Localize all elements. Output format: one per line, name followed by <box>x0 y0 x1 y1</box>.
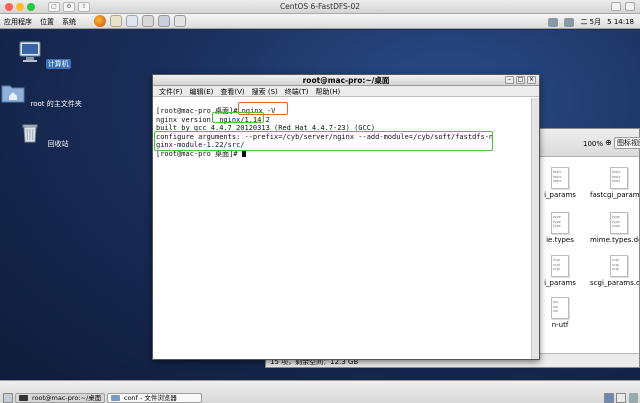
desktop-icon-trash[interactable]: 回收站 <box>9 120 79 149</box>
text-file-icon: koi koi koi <box>551 297 569 319</box>
file-name: mime.types.default <box>590 236 639 244</box>
menu-edit[interactable]: 编辑(E) <box>190 87 214 96</box>
network-status-icon[interactable] <box>548 17 559 27</box>
desktop-icon-label: 回收站 <box>47 140 69 148</box>
maximize-icon[interactable]: □ <box>516 76 525 84</box>
network-icon[interactable] <box>126 15 138 27</box>
terminal-prompt: [root@mac-pro 桌面]# <box>156 149 242 158</box>
desktop-icon-home[interactable]: root 的主文件夹 <box>0 80 86 109</box>
host-window-title: CentOS 6-FastDFS-02 <box>279 2 361 11</box>
menu-places[interactable]: 位置 <box>40 17 54 27</box>
taskbar-item-label: root@mac-pro:~/桌面 <box>32 394 102 402</box>
panel-menu-bar: 应用程序 位置 系统 <box>4 17 76 27</box>
text-file-icon: fastc fastc fastc <box>551 167 569 189</box>
workspace-2[interactable] <box>616 393 626 403</box>
volume-icon[interactable] <box>564 17 575 27</box>
menu-applications[interactable]: 应用程序 <box>4 17 32 27</box>
menu-system[interactable]: 系统 <box>62 17 76 27</box>
gnome-bottom-panel: root@mac-pro:~/桌面 conf - 文件浏览器 <box>0 380 640 403</box>
zoom-in-icon[interactable]: ⊕ <box>605 138 612 147</box>
trash-applet-icon[interactable] <box>629 393 638 403</box>
close-icon[interactable]: × <box>527 76 536 84</box>
file-item[interactable]: type type type mime.types.default <box>590 212 639 244</box>
show-desktop-icon[interactable] <box>3 393 13 403</box>
terminal-title: root@mac-pro:~/桌面 <box>302 76 390 85</box>
highlight-version-box <box>212 112 264 123</box>
terminal-icon <box>19 395 28 401</box>
firefox-icon[interactable] <box>94 15 106 27</box>
menu-terminal[interactable]: 终端(T) <box>285 87 309 96</box>
minimize-icon[interactable]: – <box>505 76 514 84</box>
panel-clock[interactable]: 5 14:18 <box>607 18 634 26</box>
desktop-icon-computer[interactable]: 计算机 <box>9 40 79 69</box>
panel-launchers <box>94 15 186 27</box>
taskbar-item-file-browser[interactable]: conf - 文件浏览器 <box>107 393 202 403</box>
folder-icon <box>111 395 120 401</box>
host-window-titlebar: ▢ ⚙ ⇪ CentOS 6-FastDFS-02 <box>0 0 640 14</box>
file-name: i_params <box>544 279 576 287</box>
menu-file[interactable]: 文件(F) <box>159 87 183 96</box>
desktop-icon-label: root 的主文件夹 <box>30 100 82 108</box>
file-name: n-utf <box>551 321 569 329</box>
text-file-icon: type type type <box>610 212 628 234</box>
mail-icon[interactable] <box>110 15 122 27</box>
text-file-icon: fastc fastc fastc <box>610 167 628 189</box>
file-item[interactable]: scgi scgi scgi scgi_params.default <box>590 255 639 287</box>
terminal-scrollbar[interactable] <box>531 98 539 359</box>
file-name: fastcgi_params.default <box>590 191 639 199</box>
zoom-level: 100% <box>583 140 604 148</box>
file-name: ie.types <box>546 236 574 244</box>
terminal-titlebar[interactable]: root@mac-pro:~/桌面 – □ × <box>153 75 539 86</box>
home-folder-icon <box>1 85 25 103</box>
taskbar-item-terminal[interactable]: root@mac-pro:~/桌面 <box>15 393 105 403</box>
computer-icon <box>19 41 41 62</box>
terminal-launcher-icon[interactable] <box>142 15 154 27</box>
view-mode-select[interactable]: 图标视图 <box>614 137 640 149</box>
workspace-1[interactable] <box>604 393 614 403</box>
file-item[interactable]: fastc fastc fastc fastcgi_params.default <box>590 167 639 199</box>
text-file-icon: scgi scgi scgi <box>610 255 628 277</box>
text-file-icon: scgi scgi scgi <box>551 255 569 277</box>
gnome-top-panel: 应用程序 位置 系统 二 5月 5 14:18 <box>0 14 640 29</box>
file-browser-launcher-icon[interactable] <box>158 15 170 27</box>
host-fullscreen-icon[interactable] <box>625 2 635 11</box>
menu-view[interactable]: 查看(V) <box>220 87 244 96</box>
panel-tray: 二 5月 5 14:18 <box>548 17 634 27</box>
terminal-cursor <box>241 149 246 157</box>
menu-help[interactable]: 帮助(H) <box>316 87 341 96</box>
terminal-menu-bar: 文件(F) 编辑(E) 查看(V) 搜索 (S) 终端(T) 帮助(H) <box>153 86 539 97</box>
terminal-window[interactable]: root@mac-pro:~/桌面 – □ × 文件(F) 编辑(E) 查看(V… <box>152 74 540 360</box>
text-file-icon: type type type <box>551 212 569 234</box>
host-device-icon[interactable] <box>611 2 621 11</box>
panel-date[interactable]: 二 5月 <box>580 17 601 27</box>
host-right-controls <box>611 2 635 11</box>
taskbar-item-label: conf - 文件浏览器 <box>124 394 177 402</box>
highlight-configure-box <box>154 131 493 151</box>
text-editor-launcher-icon[interactable] <box>174 15 186 27</box>
file-name: i_params <box>544 191 576 199</box>
desktop-icon-label: 计算机 <box>45 59 71 69</box>
file-name: scgi_params.default <box>590 279 639 287</box>
menu-search[interactable]: 搜索 (S) <box>252 87 278 96</box>
trash-icon <box>22 124 38 143</box>
